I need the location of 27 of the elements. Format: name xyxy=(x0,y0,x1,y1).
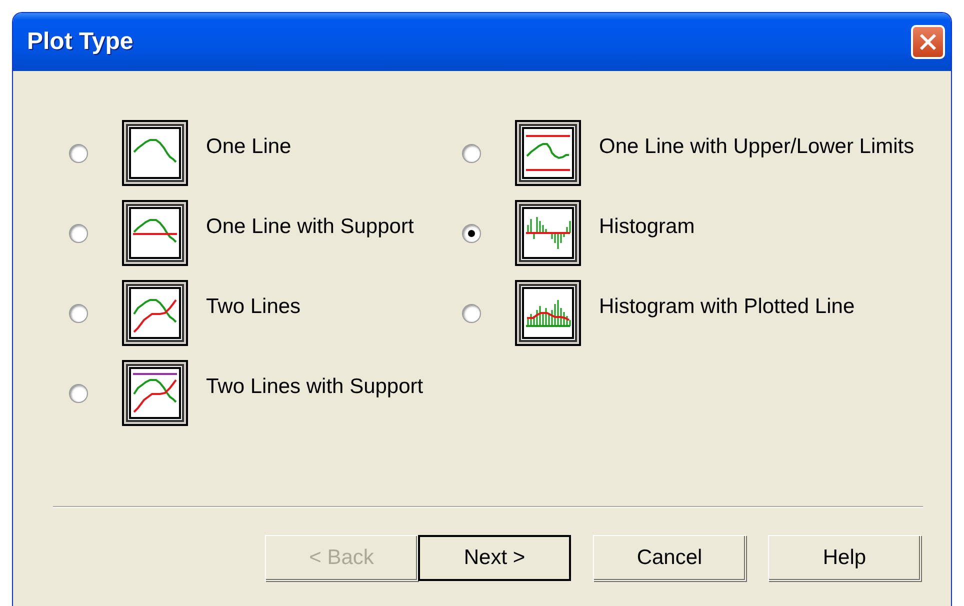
option-label[interactable]: One Line with Upper/Lower Limits xyxy=(599,135,914,159)
radio-button[interactable] xyxy=(69,384,88,403)
option-label[interactable]: Histogram xyxy=(599,215,695,239)
option-label[interactable]: Histogram with Plotted Line xyxy=(599,295,855,319)
window-title: Plot Type xyxy=(27,28,134,56)
plot-type-icon xyxy=(122,360,188,426)
plot-type-icon xyxy=(122,280,188,346)
radio-button[interactable] xyxy=(69,224,88,243)
radio-button[interactable] xyxy=(69,304,88,323)
plot-type-icon xyxy=(515,120,581,186)
plot-type-icon xyxy=(515,200,581,266)
option-label[interactable]: Two Lines with Support xyxy=(206,375,424,399)
dialog-button[interactable]: Next > xyxy=(418,535,571,581)
option-label[interactable]: One Line xyxy=(206,135,292,159)
plot-type-icon xyxy=(515,280,581,346)
close-icon xyxy=(919,33,937,51)
close-button[interactable] xyxy=(911,25,945,59)
dialog-button[interactable]: Cancel xyxy=(593,535,746,581)
plot-type-icon xyxy=(122,200,188,266)
radio-button[interactable] xyxy=(69,144,88,163)
radio-button[interactable] xyxy=(462,304,481,323)
radio-button[interactable] xyxy=(462,144,481,163)
radio-button[interactable] xyxy=(462,224,481,243)
plot-type-icon xyxy=(122,120,188,186)
dialog-button[interactable]: Help xyxy=(768,535,921,581)
option-label[interactable]: One Line with Support xyxy=(206,215,414,239)
option-label[interactable]: Two Lines xyxy=(206,295,301,319)
